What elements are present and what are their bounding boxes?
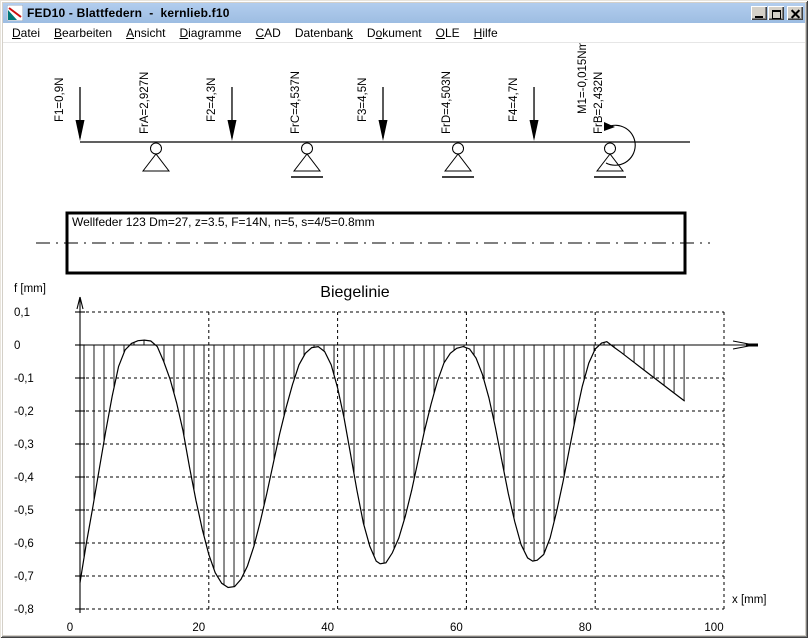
svg-text:40: 40 <box>321 622 334 634</box>
support: FrB=2,432N <box>593 72 626 177</box>
force-label: F3=4,5N <box>357 78 369 122</box>
svg-text:0,1: 0,1 <box>14 307 30 319</box>
svg-text:-0,2: -0,2 <box>14 406 34 418</box>
menu-item-cad[interactable]: CAD <box>249 24 288 42</box>
svg-text:80: 80 <box>579 622 592 634</box>
maximize-button[interactable] <box>768 6 784 20</box>
support: FrA=2,927N <box>139 72 169 171</box>
moment-label: M1=-0,015Nm <box>577 43 589 114</box>
y-axis <box>75 297 85 613</box>
menu-item-hilfe[interactable]: Hilfe <box>467 24 505 42</box>
deflection-curve <box>80 340 685 587</box>
force-arrow: F1=0,9N <box>54 78 85 141</box>
drawing-canvas: F1=0,9N F2=4,3N F3=4,5N F4=4,7N FrA=2,927N Fr… <box>3 43 805 635</box>
force-arrow: F3=4,5N <box>357 78 388 141</box>
support: FrC=4,537N <box>290 71 323 177</box>
menu-item-datei[interactable]: Datei <box>5 24 47 42</box>
svg-text:-0,3: -0,3 <box>14 439 34 451</box>
app-icon <box>7 5 23 21</box>
svg-text:0: 0 <box>67 622 73 634</box>
support-label: FrC=4,537N <box>290 71 302 134</box>
force-label: F1=0,9N <box>54 78 66 122</box>
moment-arrowhead <box>604 122 615 131</box>
minimize-button[interactable] <box>751 6 767 20</box>
menu-item-datenbank[interactable]: Datenbank <box>288 24 360 42</box>
svg-text:-0,6: -0,6 <box>14 538 34 550</box>
x-axis <box>80 341 758 349</box>
window-title: FED10 - Blattfedern - kernlieb.f10 <box>27 6 750 20</box>
window-controls <box>750 6 803 20</box>
deflection-chart: 0,1 0 -0,1 -0,2 -0,3 -0,4 -0,5 -0,6 -0,7 -0,8 0 20 4… <box>14 283 767 634</box>
svg-text:100: 100 <box>704 622 723 634</box>
svg-text:60: 60 <box>450 622 463 634</box>
menu-item-diagramme[interactable]: Diagramme <box>172 24 248 42</box>
support: FrD=4,503N <box>441 71 474 177</box>
moment-arc: M1=-0,015Nm <box>577 43 635 165</box>
support-label: FrD=4,503N <box>441 71 453 134</box>
x-tick-labels: 0 20 40 60 80 100 <box>67 622 724 634</box>
chart-title: Biegelinie <box>320 284 389 301</box>
svg-text:-0,7: -0,7 <box>14 571 34 583</box>
y-axis-label: f [mm] <box>14 283 46 295</box>
close-button[interactable] <box>787 6 803 20</box>
support-label: FrB=2,432N <box>593 72 605 134</box>
app-window: FED10 - Blattfedern - kernlieb.f10 Datei… <box>0 0 808 638</box>
support-label: FrA=2,927N <box>139 72 151 134</box>
client-area: F1=0,9N F2=4,3N F3=4,5N F4=4,7N FrA=2,927N Fr… <box>3 43 805 635</box>
force-arrow: F2=4,3N <box>206 78 237 141</box>
x-axis-label: x [mm] <box>732 594 767 606</box>
svg-text:-0,1: -0,1 <box>14 373 34 385</box>
hatch-lines <box>84 340 684 587</box>
menu-bar: DateiBearbeitenAnsichtDiagrammeCADDatenb… <box>3 23 805 43</box>
menu-item-ole[interactable]: OLE <box>429 24 467 42</box>
minimize-icon <box>755 16 763 18</box>
y-tick-labels: 0,1 0 -0,1 -0,2 -0,3 -0,4 -0,5 -0,6 -0,7 -0,8 <box>14 307 34 616</box>
title-bar[interactable]: FED10 - Blattfedern - kernlieb.f10 <box>3 3 805 23</box>
svg-text:20: 20 <box>192 622 205 634</box>
force-label: F4=4,7N <box>508 78 520 122</box>
menu-item-ansicht[interactable]: Ansicht <box>119 24 172 42</box>
menu-item-bearbeiten[interactable]: Bearbeiten <box>47 24 119 42</box>
menu-item-dokument[interactable]: Dokument <box>360 24 429 42</box>
svg-text:0: 0 <box>14 340 20 352</box>
beam-diagram: F1=0,9N F2=4,3N F3=4,5N F4=4,7N FrA=2,927N Fr… <box>54 43 690 177</box>
spring-label: Wellfeder 123 Dm=27, z=3.5, F=14N, n=5, … <box>72 215 375 229</box>
svg-text:-0,8: -0,8 <box>14 604 34 616</box>
close-icon <box>791 9 800 18</box>
svg-text:-0,5: -0,5 <box>14 505 34 517</box>
force-arrow: F4=4,7N <box>508 78 539 141</box>
force-label: F2=4,3N <box>206 78 218 122</box>
maximize-icon <box>772 10 781 19</box>
spring-drawing: Wellfeder 123 Dm=27, z=3.5, F=14N, n=5, … <box>36 213 710 273</box>
svg-text:-0,4: -0,4 <box>14 472 34 484</box>
